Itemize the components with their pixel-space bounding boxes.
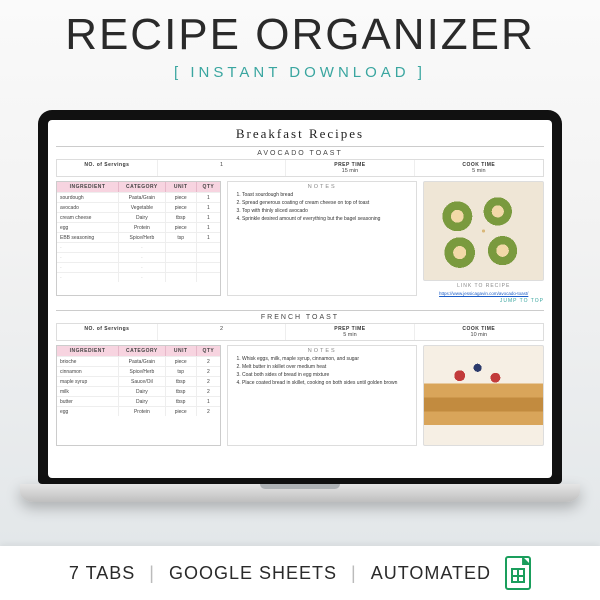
col-ingredient: INGREDIENT: [57, 182, 119, 192]
cook-value: 5 min: [419, 168, 539, 174]
note-step: Coat both sides of bread in egg mixture: [242, 372, 412, 379]
note-step: Melt butter in skillet over medium heat: [242, 364, 412, 371]
table-row: cream cheeseDairytbsp1: [57, 212, 220, 222]
notes-box: NOTES Whisk eggs, milk, maple syrup, cin…: [227, 345, 417, 445]
recipe-link[interactable]: https://www.jessicagavin.com/avocado-toa…: [423, 291, 544, 296]
laptop-base: [20, 484, 580, 502]
table-row: --: [57, 262, 220, 272]
table-row: briochePasta/Grainpiece2: [57, 356, 220, 366]
note-step: Place coated bread in skillet, cooking o…: [242, 380, 412, 387]
prep-value: 15 min: [290, 168, 409, 174]
recipe-photo: [423, 345, 544, 445]
note-step: Spread generous coating of cream cheese …: [242, 200, 412, 207]
servings-label: NO. of Servings: [61, 162, 153, 168]
jump-to-top-link[interactable]: JUMP TO TOP: [56, 298, 544, 304]
laptop-mockup: Breakfast Recipes AVOCADO TOAST NO. of S…: [20, 110, 580, 510]
note-step: Whisk eggs, milk, maple syrup, cinnamon,…: [242, 356, 412, 363]
hero-title: RECIPE ORGANIZER: [0, 10, 600, 60]
notes-title: NOTES: [232, 184, 412, 190]
table-row: butterDairytbsp1: [57, 396, 220, 406]
recipe-name: FRENCH TOAST: [56, 310, 544, 323]
table-row: --: [57, 242, 220, 252]
table-row: EBB seasoningSpice/Herbtsp1: [57, 232, 220, 242]
servings-value: 1: [162, 162, 281, 168]
recipe-meta-row: NO. of Servings 2 PREP TIME5 min COOK TI…: [56, 323, 544, 341]
ingredients-table: INGREDIENT CATEGORY UNIT QTY sourdoughPa…: [56, 181, 221, 296]
laptop-bezel: Breakfast Recipes AVOCADO TOAST NO. of S…: [38, 110, 562, 484]
google-sheets-icon: [505, 556, 531, 590]
table-row: maple syrupSauce/Oiltbsp2: [57, 376, 220, 386]
table-row: --: [57, 252, 220, 262]
footer-platform: GOOGLE SHEETS: [169, 563, 337, 584]
divider: |: [149, 563, 155, 584]
col-unit: UNIT: [166, 182, 197, 192]
hero-subtitle: [ INSTANT DOWNLOAD ]: [0, 64, 600, 81]
recipe-card: FRENCH TOAST NO. of Servings 2 PREP TIME…: [48, 310, 552, 451]
table-row: milkDairytbsp2: [57, 386, 220, 396]
footer-bar: 7 TABS | GOOGLE SHEETS | AUTOMATED: [0, 546, 600, 600]
servings-label: NO. of Servings: [61, 326, 153, 332]
table-row: --: [57, 272, 220, 282]
recipe-card: AVOCADO TOAST NO. of Servings 1 PREP TIM…: [48, 146, 552, 310]
col-qty: QTY: [197, 346, 220, 356]
col-qty: QTY: [197, 182, 220, 192]
col-category: CATEGORY: [119, 182, 166, 192]
col-category: CATEGORY: [119, 346, 166, 356]
table-row: avocadoVegetablepiece1: [57, 202, 220, 212]
col-ingredient: INGREDIENT: [57, 346, 119, 356]
note-step: Toast sourdough bread: [242, 192, 412, 199]
page-title: Breakfast Recipes: [48, 120, 552, 146]
note-step: Sprinkle desired amount of everything bu…: [242, 216, 412, 223]
hero-banner: RECIPE ORGANIZER [ INSTANT DOWNLOAD ]: [0, 10, 600, 81]
footer-tabs: 7 TABS: [69, 563, 135, 584]
spreadsheet-screen: Breakfast Recipes AVOCADO TOAST NO. of S…: [48, 120, 552, 478]
ingredients-table: INGREDIENT CATEGORY UNIT QTY briochePast…: [56, 345, 221, 445]
col-unit: UNIT: [166, 346, 197, 356]
servings-value: 2: [162, 326, 281, 332]
link-label: LINK TO RECIPE: [423, 283, 544, 289]
table-row: eggProteinpiece1: [57, 222, 220, 232]
notes-box: NOTES Toast sourdough bread Spread gener…: [227, 181, 417, 296]
recipe-name: AVOCADO TOAST: [56, 146, 544, 159]
recipe-meta-row: NO. of Servings 1 PREP TIME15 min COOK T…: [56, 159, 544, 177]
cook-value: 10 min: [419, 332, 539, 338]
table-row: eggProteinpiece2: [57, 406, 220, 416]
footer-feature: AUTOMATED: [371, 563, 491, 584]
recipe-photo: [423, 181, 544, 281]
table-row: sourdoughPasta/Grainpiece1: [57, 192, 220, 202]
notes-title: NOTES: [232, 348, 412, 354]
note-step: Top with thinly sliced avocado: [242, 208, 412, 215]
divider: |: [351, 563, 357, 584]
table-row: cinnamonSpice/Herbtsp2: [57, 366, 220, 376]
prep-value: 5 min: [290, 332, 409, 338]
